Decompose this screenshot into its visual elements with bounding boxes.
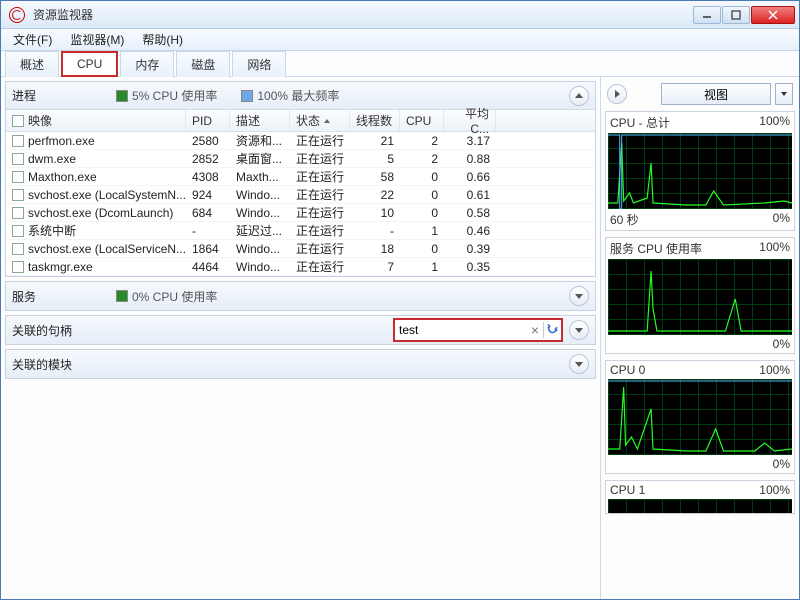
view-button[interactable]: 视图 [661, 83, 771, 105]
row-checkbox[interactable] [12, 207, 24, 219]
collapse-processes-icon[interactable] [569, 86, 589, 106]
graph-title: CPU 0 [610, 363, 645, 377]
handles-search: × [393, 318, 563, 342]
modules-section: 关联的模块 [5, 349, 596, 379]
nav-right-button[interactable] [607, 84, 627, 104]
handles-title: 关联的句柄 [12, 322, 92, 339]
cpu-usage-icon [116, 90, 128, 102]
services-header[interactable]: 服务 0% CPU 使用率 [6, 282, 595, 310]
refresh-search-icon[interactable] [543, 322, 559, 338]
expand-modules-icon[interactable] [569, 354, 589, 374]
tab-memory[interactable]: 内存 [120, 51, 174, 77]
col-status[interactable]: 状态 [290, 110, 350, 131]
graph-box: CPU 1100% [605, 480, 795, 514]
menu-monitor[interactable]: 监视器(M) [62, 29, 132, 50]
table-row[interactable]: svchost.exe (LocalServiceN...1864Windo..… [6, 240, 595, 258]
menu-help[interactable]: 帮助(H) [134, 29, 191, 50]
graph-title: 服务 CPU 使用率 [610, 240, 702, 257]
processes-header[interactable]: 进程 5% CPU 使用率 100% 最大频率 [6, 82, 595, 110]
tab-cpu[interactable]: CPU [61, 51, 118, 77]
graph-canvas [608, 259, 792, 335]
table-row[interactable]: dwm.exe2852桌面窗...正在运行520.88 [6, 150, 595, 168]
row-checkbox[interactable] [12, 171, 24, 183]
processes-section: 进程 5% CPU 使用率 100% 最大频率 映像 PID 描述 状态 线程数… [5, 81, 596, 277]
graph-canvas [608, 499, 792, 513]
graph-title: CPU 1 [610, 483, 645, 497]
table-row[interactable]: 系统中断-延迟过...正在运行-10.46 [6, 222, 595, 240]
clear-search-icon[interactable]: × [527, 322, 543, 338]
right-pane: 视图 CPU - 总计100%60 秒0%服务 CPU 使用率100%0%CPU… [601, 77, 799, 599]
handles-header[interactable]: 关联的句柄 × [6, 316, 595, 344]
process-table-body: perfmon.exe2580资源和...正在运行2123.17dwm.exe2… [6, 132, 595, 276]
close-button[interactable] [751, 6, 795, 24]
tab-row: 概述 CPU 内存 磁盘 网络 [1, 51, 799, 77]
table-row[interactable]: svchost.exe (DcomLaunch)684Windo...正在运行1… [6, 204, 595, 222]
graph-box: 服务 CPU 使用率100%0% [605, 237, 795, 354]
cpu-usage-icon [116, 290, 128, 302]
col-avg[interactable]: 平均 C... [444, 110, 496, 131]
processes-title: 进程 [12, 87, 92, 104]
graph-box: CPU - 总计100%60 秒0% [605, 111, 795, 231]
graph-canvas [608, 133, 792, 209]
menu-file[interactable]: 文件(F) [5, 29, 60, 50]
graph-canvas [608, 379, 792, 455]
row-checkbox[interactable] [12, 225, 24, 237]
table-row[interactable]: taskmgr.exe4464Windo...正在运行710.35 [6, 258, 595, 276]
handles-section: 关联的句柄 × [5, 315, 596, 345]
row-checkbox[interactable] [12, 153, 24, 165]
col-threads[interactable]: 线程数 [350, 110, 400, 131]
table-row[interactable]: perfmon.exe2580资源和...正在运行2123.17 [6, 132, 595, 150]
select-all-checkbox[interactable] [12, 115, 24, 127]
tab-network[interactable]: 网络 [232, 51, 286, 77]
row-checkbox[interactable] [12, 261, 24, 273]
app-icon [9, 7, 25, 23]
minimize-button[interactable] [693, 6, 721, 24]
services-title: 服务 [12, 288, 92, 305]
col-cpu[interactable]: CPU [400, 110, 444, 131]
view-dropdown[interactable] [775, 83, 793, 105]
left-pane: 进程 5% CPU 使用率 100% 最大频率 映像 PID 描述 状态 线程数… [1, 77, 601, 599]
table-row[interactable]: svchost.exe (LocalSystemN...924Windo...正… [6, 186, 595, 204]
tab-disk[interactable]: 磁盘 [176, 51, 230, 77]
services-section: 服务 0% CPU 使用率 [5, 281, 596, 311]
expand-services-icon[interactable] [569, 286, 589, 306]
modules-header[interactable]: 关联的模块 [6, 350, 595, 378]
row-checkbox[interactable] [12, 135, 24, 147]
expand-handles-icon[interactable] [569, 320, 589, 340]
menubar: 文件(F) 监视器(M) 帮助(H) [1, 29, 799, 51]
freq-icon [241, 90, 253, 102]
tab-overview[interactable]: 概述 [5, 51, 59, 77]
graph-box: CPU 0100%0% [605, 360, 795, 474]
col-pid[interactable]: PID [186, 110, 230, 131]
graph-title: CPU - 总计 [610, 114, 670, 131]
col-desc[interactable]: 描述 [230, 110, 290, 131]
col-image[interactable]: 映像 [6, 110, 186, 131]
maximize-button[interactable] [722, 6, 750, 24]
row-checkbox[interactable] [12, 189, 24, 201]
table-row[interactable]: Maxthon.exe4308Maxth...正在运行5800.66 [6, 168, 595, 186]
row-checkbox[interactable] [12, 243, 24, 255]
modules-title: 关联的模块 [12, 356, 92, 373]
process-table-header: 映像 PID 描述 状态 线程数 CPU 平均 C... [6, 110, 595, 132]
window-title: 资源监视器 [29, 6, 693, 23]
search-input[interactable] [397, 321, 527, 339]
titlebar[interactable]: 资源监视器 [1, 1, 799, 29]
resource-monitor-window: 资源监视器 文件(F) 监视器(M) 帮助(H) 概述 CPU 内存 磁盘 网络… [0, 0, 800, 600]
